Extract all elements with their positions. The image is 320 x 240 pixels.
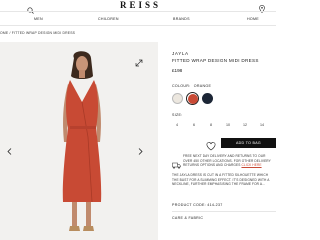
- size-option[interactable]: 6: [189, 123, 199, 127]
- search-icon[interactable]: [27, 1, 34, 19]
- size-option[interactable]: 14: [257, 123, 267, 127]
- nav-divider: [0, 25, 276, 26]
- breadcrumb[interactable]: OME / FITTED WRAP DESIGN MIDI DRESS: [0, 31, 75, 35]
- chevron-left-icon[interactable]: [7, 142, 12, 160]
- product-name: FITTED WRAP DESIGN MIDI DRESS: [172, 58, 259, 63]
- location-icon[interactable]: [259, 0, 265, 18]
- chevron-right-icon[interactable]: [138, 142, 143, 160]
- delivery-info: FREE NEXT DAY DELIVERY AND RETURNS TO OU…: [183, 154, 271, 168]
- heart-icon[interactable]: [205, 138, 217, 151]
- size-option[interactable]: 8: [206, 123, 216, 127]
- delivery-link[interactable]: CLICK HERE: [241, 163, 261, 167]
- nav-children[interactable]: CHILDREN: [98, 17, 119, 21]
- size-label: SIZE:: [172, 113, 183, 117]
- product-image[interactable]: [0, 42, 158, 240]
- nav-home[interactable]: HOME: [247, 17, 259, 21]
- nav-brands[interactable]: BRANDS: [173, 17, 190, 21]
- swatch-orange[interactable]: [188, 94, 198, 104]
- header-divider: [0, 11, 276, 12]
- swatch-orange-ring[interactable]: [186, 92, 199, 105]
- truck-icon: [172, 156, 181, 174]
- add-to-bag-button[interactable]: ADD TO BAG: [221, 138, 276, 148]
- section-divider: [172, 211, 276, 212]
- size-option[interactable]: 10: [223, 123, 233, 127]
- product-brand: JAYLA: [172, 51, 189, 56]
- product-price: £198: [172, 68, 183, 73]
- site-logo[interactable]: REISS: [120, 0, 161, 10]
- nav-men[interactable]: MEN: [34, 17, 43, 21]
- swatch-navy[interactable]: [202, 93, 213, 104]
- swatch-cream[interactable]: [172, 93, 183, 104]
- product-description: THE JAYLA DRESS IS CUT IN A FITTED SILHO…: [172, 173, 270, 187]
- size-option[interactable]: 12: [240, 123, 250, 127]
- colour-label: COLOUR: ORANGE: [172, 84, 212, 88]
- size-option[interactable]: 4: [172, 123, 182, 127]
- product-code: PRODUCT CODE: 414-237: [172, 203, 223, 207]
- colour-value: ORANGE: [193, 84, 212, 88]
- care-fabric-toggle[interactable]: CARE & FABRIC: [172, 216, 203, 220]
- expand-icon[interactable]: [135, 54, 143, 72]
